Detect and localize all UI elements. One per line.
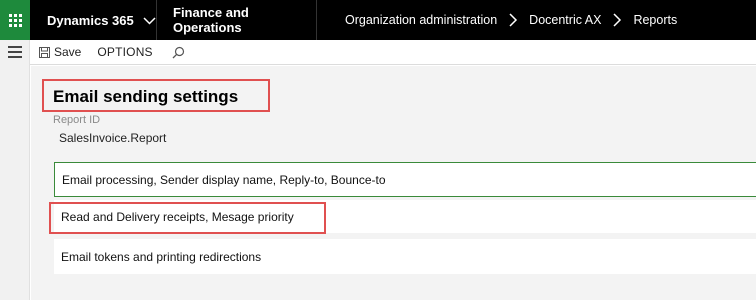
breadcrumb-item-organization-administration[interactable]: Organization administration xyxy=(345,13,497,27)
search-icon xyxy=(172,46,184,58)
section-label: Email processing, Sender display name, R… xyxy=(62,172,386,187)
options-button[interactable]: OPTIONS xyxy=(97,45,152,59)
page-title: Email sending settings xyxy=(53,87,239,106)
save-button[interactable]: Save xyxy=(39,45,81,59)
app-launcher-button[interactable] xyxy=(0,0,30,40)
breadcrumb-item-reports[interactable]: Reports xyxy=(633,13,677,27)
module-title[interactable]: Finance and Operations xyxy=(157,0,317,40)
breadcrumb: Organization administration Docentric AX… xyxy=(317,0,677,40)
title-highlight-box: Email sending settings xyxy=(42,79,270,112)
section-label: Email tokens and printing redirections xyxy=(61,249,262,264)
breadcrumb-item-docentric-ax[interactable]: Docentric AX xyxy=(529,13,601,27)
section-email-processing[interactable]: Email processing, Sender display name, R… xyxy=(54,162,756,197)
chevron-right-icon xyxy=(509,13,518,27)
top-navigation-bar: Dynamics 365 Finance and Operations Orga… xyxy=(0,0,756,40)
save-label: Save xyxy=(54,45,82,59)
brand-menu[interactable]: Dynamics 365 xyxy=(30,0,157,40)
navigation-rail xyxy=(0,40,30,300)
action-pane: Save OPTIONS xyxy=(30,40,756,65)
report-id-value: SalesInvoice.Report xyxy=(59,131,167,145)
section-highlight-box xyxy=(49,202,326,234)
module-label: Finance and Operations xyxy=(173,5,249,35)
chevron-down-icon xyxy=(143,16,156,25)
hamburger-menu-icon[interactable] xyxy=(8,46,22,58)
save-icon xyxy=(39,46,50,58)
chevron-right-icon xyxy=(613,13,622,27)
waffle-icon xyxy=(8,13,22,27)
search-button[interactable] xyxy=(172,46,185,59)
brand-label: Dynamics 365 xyxy=(47,12,134,28)
main-content: Email sending settings Report ID SalesIn… xyxy=(31,66,756,300)
report-id-label: Report ID xyxy=(53,114,101,126)
section-email-tokens[interactable]: Email tokens and printing redirections xyxy=(54,239,756,274)
